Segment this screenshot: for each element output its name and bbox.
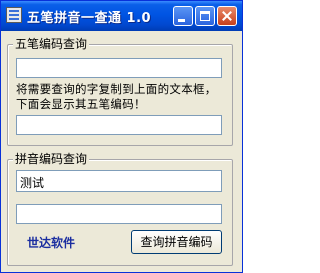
maximize-icon[interactable] [195, 6, 215, 26]
window-title: 五笔拼音一查通 1.0 [27, 11, 152, 26]
pinyin-group-label: 拼音编码查询 [13, 152, 90, 166]
wubi-instruction: 将需要查询的字复制到上面的文本框，下面会显示其五笔编码！ [16, 82, 217, 111]
minimize-icon[interactable] [173, 6, 193, 26]
query-pinyin-button[interactable]: 查询拼音编码 [131, 230, 222, 254]
close-icon[interactable] [217, 6, 237, 26]
brand-label: 世达软件 [27, 236, 76, 250]
wubi-output[interactable] [16, 115, 222, 135]
app-window: 五笔拼音一查通 1.0 五笔编码查询 将需要查询的字复制到上面的文本框，下面会显… [0, 0, 243, 273]
pinyin-input[interactable]: 测试 [16, 170, 222, 192]
app-icon[interactable] [6, 7, 22, 23]
wubi-input[interactable] [16, 58, 222, 78]
pinyin-output[interactable] [16, 204, 222, 224]
title-bar[interactable]: 五笔拼音一查通 1.0 [1, 1, 242, 31]
wubi-group-label: 五笔编码查询 [13, 37, 90, 51]
